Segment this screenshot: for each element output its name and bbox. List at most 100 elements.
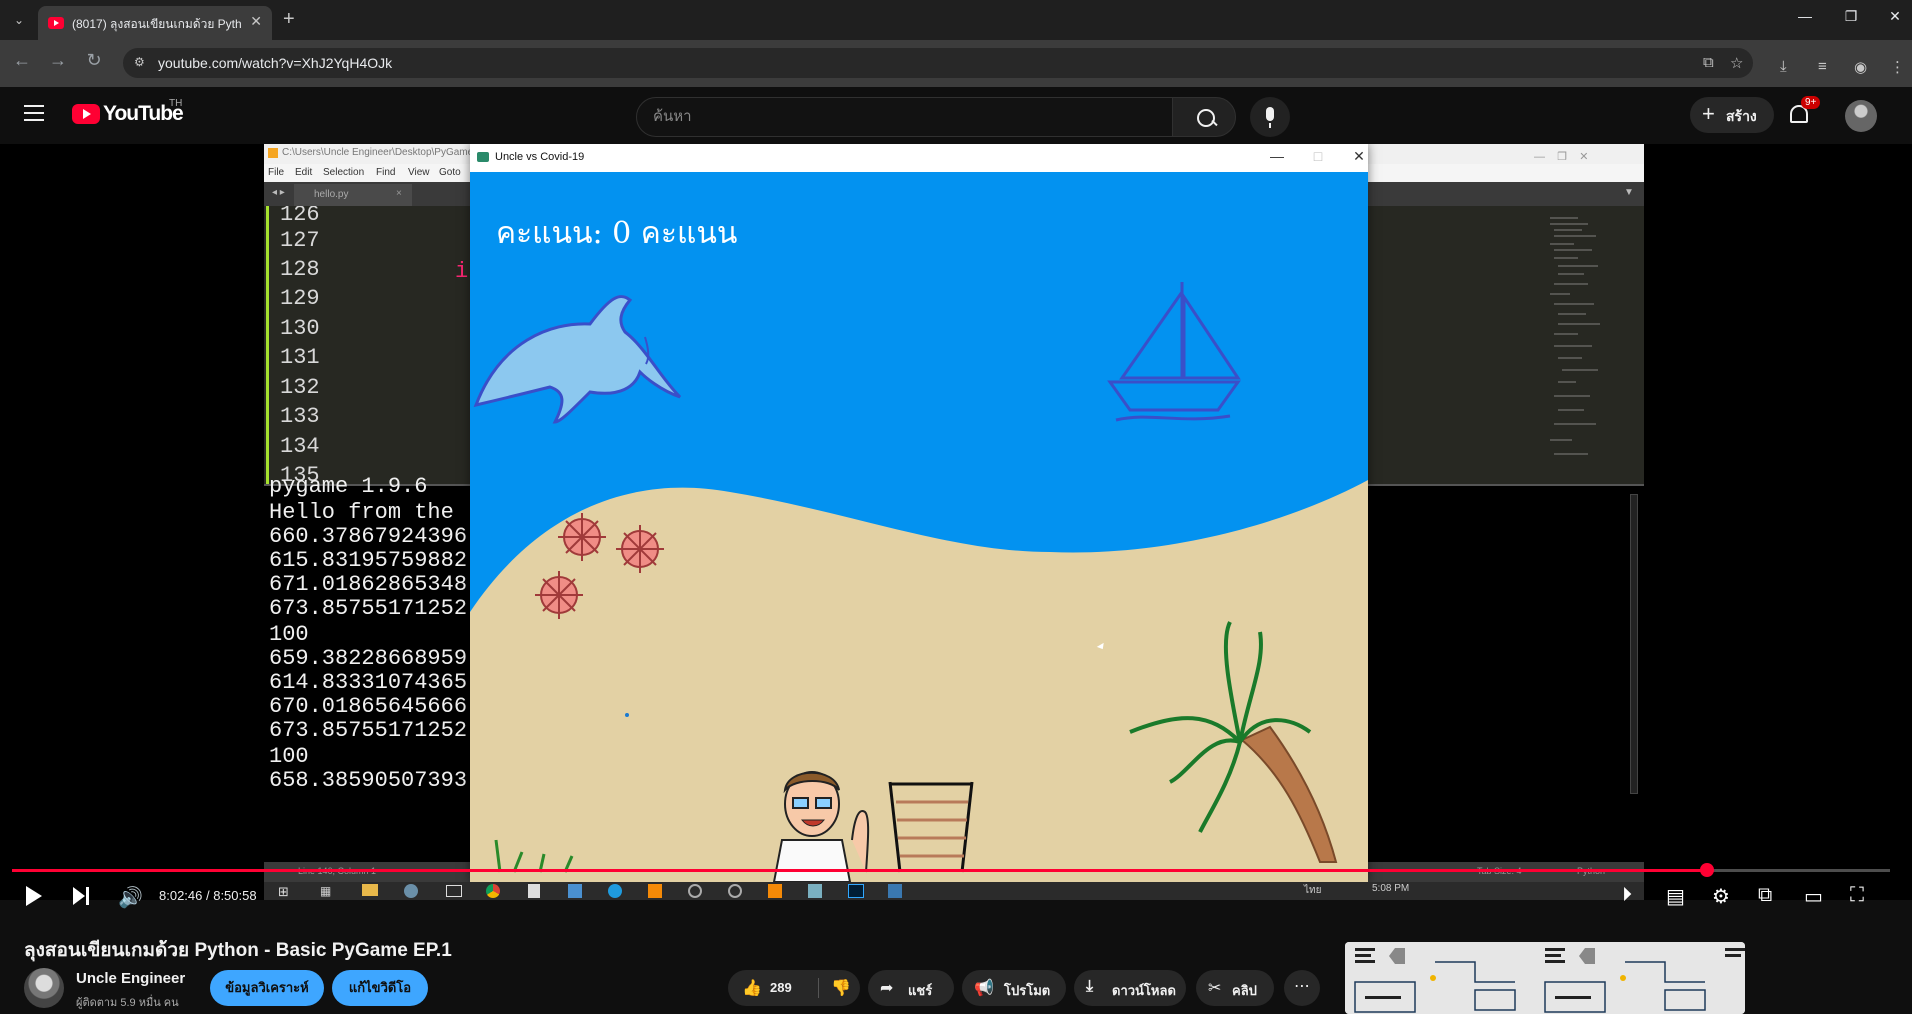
volume-icon[interactable]: 🔊 [118, 885, 143, 910]
channel-avatar[interactable] [24, 968, 64, 1008]
reload-icon[interactable]: ↻ [82, 50, 106, 71]
console-line: 673.85755171252 [269, 718, 468, 743]
youtube-logo-icon[interactable] [72, 104, 100, 124]
media-control-icon[interactable]: ≡ [1818, 58, 1827, 75]
new-tab-plus-icon[interactable]: + [283, 8, 295, 30]
settings-gear-icon[interactable]: ⚙ [1712, 884, 1730, 909]
analytics-button[interactable]: ข้อมูลวิเคราะห์ [210, 970, 324, 1006]
line-number-gutter: 126 127 128 129 130 131 132 133 134 135 [264, 206, 348, 484]
search-button[interactable] [1172, 97, 1236, 137]
line-number: 129 [280, 286, 320, 311]
progress-bar-played [12, 869, 1707, 872]
autoplay-toggle-icon[interactable]: ⏵ [1622, 884, 1632, 907]
console-line: 660.37867924396 [269, 524, 468, 549]
console-line: 659.38228668959 [269, 646, 468, 671]
console-line: 100 [269, 744, 309, 769]
sublime-menu-edit: Edit [295, 167, 313, 178]
youtube-header: YouTube TH + สร้าง 9+ [0, 87, 1912, 144]
download-button[interactable]: ⤓ ดาวน์โหลด [1074, 970, 1186, 1006]
game-scene [470, 172, 1368, 882]
search-box[interactable] [636, 97, 1173, 137]
like-dislike-group: 👍 289 👎 [728, 970, 860, 1006]
install-app-icon[interactable]: ⧉ [1703, 54, 1714, 71]
tab-title: (8017) ลุงสอนเขียนเกมด้วย Python - Basic… [72, 17, 242, 31]
clip-button[interactable]: ✂ คลิป [1196, 970, 1274, 1006]
pygame-window: Uncle vs Covid-19 — □ ✕ คะแนน: 0 คะแนน [470, 144, 1368, 882]
guide-menu-icon[interactable] [24, 105, 44, 121]
sublime-window-controls-icon: — ❐ ✕ [1534, 151, 1589, 163]
search-input[interactable] [653, 108, 1153, 125]
bookmark-star-icon[interactable]: ☆ [1730, 54, 1743, 72]
line-number: 131 [280, 345, 320, 370]
pygame-close-icon: ✕ [1353, 148, 1365, 164]
browser-tab-strip: ⌄ (8017) ลุงสอนเขียนเกมด้วย Python - Bas… [0, 0, 1912, 40]
time-display: 8:02:46 / 8:50:58 [159, 888, 257, 903]
share-button[interactable]: ➦ แชร์ [868, 970, 954, 1006]
tab-nav-arrows-icon: ◂ ▸ [272, 187, 285, 198]
play-icon[interactable] [26, 886, 42, 906]
gutter-marker [266, 206, 269, 484]
more-actions-icon[interactable]: ⋯ [1284, 970, 1320, 1006]
tab-search-chevron-icon[interactable]: ⌄ [8, 9, 30, 31]
restore-window-icon[interactable]: ❐ [1836, 8, 1866, 25]
plus-icon: + [1702, 101, 1715, 126]
video-player[interactable]: C:\Users\Uncle Engineer\Desktop\PyGame F… [0, 144, 1912, 900]
progress-bar[interactable] [12, 869, 1890, 872]
sublime-menu-goto: Goto [439, 167, 461, 178]
create-button[interactable]: + สร้าง [1690, 97, 1774, 133]
sublime-tab-close-icon: × [396, 188, 402, 199]
progress-scrubber-handle[interactable] [1699, 863, 1714, 877]
browser-tab[interactable]: (8017) ลุงสอนเขียนเกมด้วย Python - Basic… [38, 6, 272, 40]
notification-count-badge: 9+ [1801, 96, 1821, 109]
line-number: 130 [280, 316, 320, 341]
dislike-button[interactable]: 👎 [819, 970, 860, 1006]
url-text[interactable]: youtube.com/watch?v=XhJ2YqH4OJk [158, 55, 392, 71]
promote-button[interactable]: 📢 โปรโมต [962, 970, 1066, 1006]
browser-toolbar: ← → ↻ ⚙ youtube.com/watch?v=XhJ2YqH4OJk … [0, 40, 1912, 87]
miniplayer-icon[interactable]: ⧉ [1758, 884, 1772, 907]
game-canvas: คะแนน: 0 คะแนน [470, 172, 1368, 882]
tab-close-icon[interactable]: ✕ [250, 13, 262, 30]
related-video-thumbnail[interactable] [1345, 942, 1745, 1014]
like-count: 289 [770, 980, 792, 995]
fullscreen-icon[interactable]: ⛶ [1850, 884, 1864, 907]
pygame-titlebar: Uncle vs Covid-19 — □ ✕ [470, 144, 1368, 172]
sublime-tab-label: hello.py [314, 189, 349, 200]
subtitles-icon[interactable]: ▤ [1666, 884, 1685, 909]
line-number: 128 [280, 257, 320, 282]
theater-mode-icon[interactable]: ▭ [1804, 884, 1823, 909]
sublime-menu-view: View [408, 167, 430, 178]
player-controls: 🔊 8:02:46 / 8:50:58 ⏵ ▤ ⚙ ⧉ ▭ ⛶ [0, 880, 1912, 912]
channel-name[interactable]: Uncle Engineer [76, 970, 185, 987]
sublime-menu-selection: Selection [323, 167, 365, 178]
thumbs-down-icon: 👎 [831, 980, 851, 997]
sublime-minimap [1550, 217, 1600, 455]
create-label: สร้าง [1726, 108, 1757, 124]
subscriber-count: ผู้ติดตาม 5.9 หมื่น คน [76, 997, 179, 1009]
site-info-icon[interactable]: ⚙ [134, 55, 150, 71]
downloads-icon[interactable]: ⤓ [1780, 58, 1787, 75]
address-bar[interactable]: ⚙ youtube.com/watch?v=XhJ2YqH4OJk ⧉ ☆ [123, 48, 1753, 78]
sublime-menu-file: File [268, 167, 285, 178]
profile-avatar-icon[interactable]: ◉ [1854, 58, 1867, 76]
close-window-icon[interactable]: ✕ [1880, 8, 1910, 25]
score-text: คะแนน: 0 คะแนน [496, 216, 738, 251]
pygame-window-title: Uncle vs Covid-19 [495, 151, 585, 163]
edit-video-button[interactable]: แก้ไขวิดีโอ [332, 970, 428, 1006]
back-arrow-icon[interactable]: ← [10, 50, 34, 71]
video-title: ลุงสอนเขียนเกมด้วย Python - Basic PyGame… [24, 940, 452, 961]
voice-search-mic-icon[interactable] [1250, 97, 1290, 137]
minimize-window-icon[interactable]: — [1790, 8, 1820, 24]
line-number: 133 [280, 404, 320, 429]
thumbnail-art [1345, 942, 1745, 1014]
next-video-icon[interactable] [73, 887, 91, 905]
like-button[interactable]: 👍 289 [728, 970, 818, 1006]
account-avatar[interactable] [1845, 100, 1877, 132]
console-line: 670.01865645666 [269, 694, 468, 719]
browser-menu-icon[interactable]: ⋮ [1890, 58, 1905, 76]
forward-arrow-icon[interactable]: → [46, 50, 70, 71]
thumbs-up-icon: 👍 [742, 980, 762, 997]
console-line: 614.83331074365 [269, 670, 468, 695]
clip-label: คลิป [1232, 983, 1257, 998]
youtube-favicon-icon [48, 17, 64, 29]
